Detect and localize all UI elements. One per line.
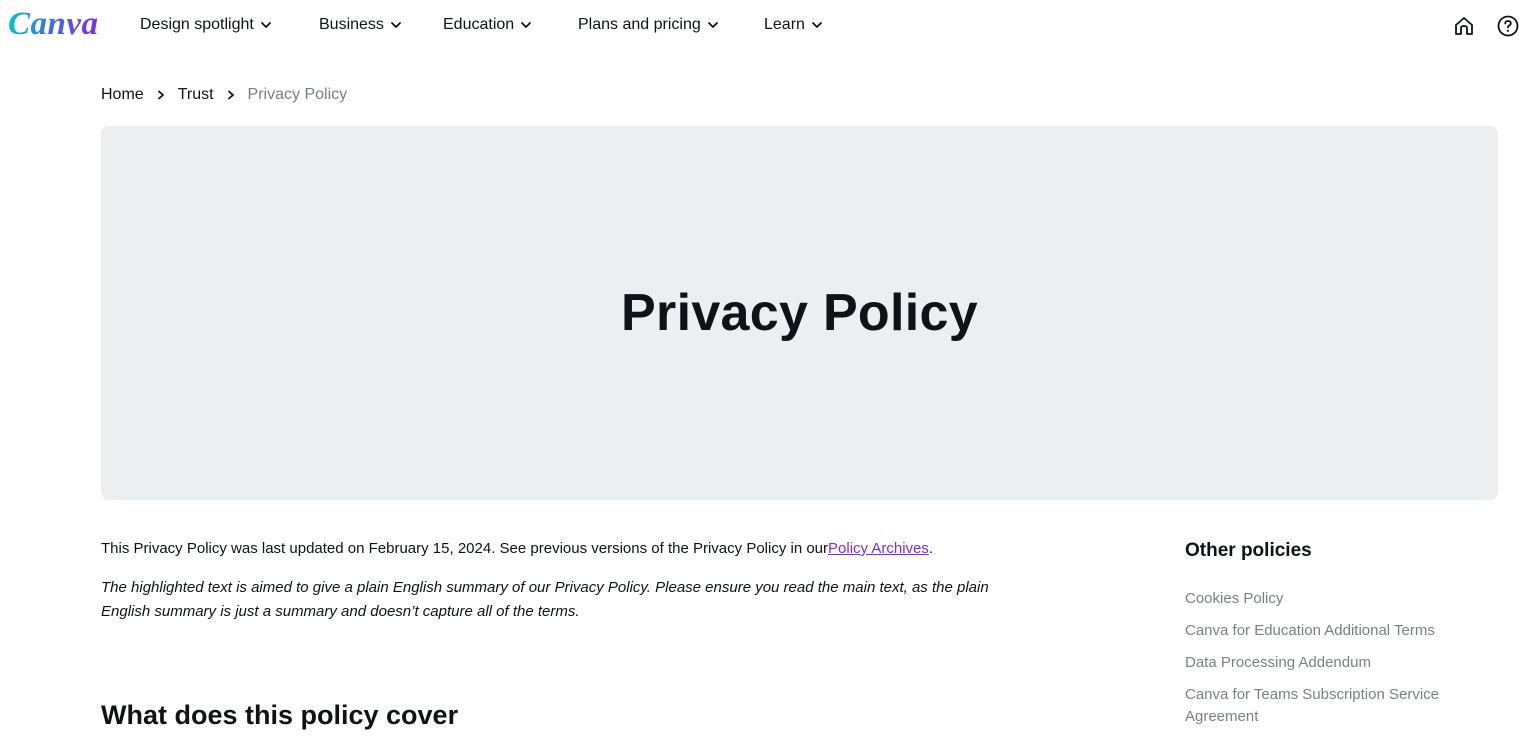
nav-item-label: Education: [443, 16, 515, 33]
help-icon[interactable]: [1496, 14, 1520, 38]
nav-design-spotlight[interactable]: Design spotlight: [140, 16, 272, 34]
breadcrumb-trust[interactable]: Trust: [178, 86, 214, 104]
canva-logo[interactable]: Canva: [8, 6, 99, 43]
nav-item-label: Design spotlight: [140, 16, 254, 33]
breadcrumb-current: Privacy Policy: [247, 86, 348, 103]
breadcrumb-home[interactable]: Home: [101, 86, 144, 104]
section-heading: What does this policy cover: [101, 700, 459, 730]
top-navigation: Canva Design spotlight Business Educatio…: [0, 0, 1536, 54]
nav-business[interactable]: Business: [319, 16, 402, 34]
chevron-down-icon: [391, 22, 401, 28]
last-updated-text: This Privacy Policy was last updated on …: [101, 540, 933, 557]
nav-plans-and-pricing[interactable]: Plans and pricing: [578, 16, 719, 34]
nav-item-label: Learn: [764, 16, 805, 33]
nav-education[interactable]: Education: [443, 16, 532, 34]
last-updated-prefix: This Privacy Policy was last updated on …: [101, 540, 829, 557]
page-title: Privacy Policy: [621, 284, 978, 342]
nav-item-label: Business: [319, 16, 384, 33]
policy-link-teams-agreement[interactable]: Canva for Teams Subscription Service Agr…: [1185, 684, 1485, 728]
chevron-down-icon: [521, 22, 532, 28]
plain-english-note: The highlighted text is aimed to give a …: [101, 579, 989, 620]
breadcrumb: Home Trust Privacy Policy: [101, 86, 347, 104]
chevron-down-icon: [812, 22, 822, 28]
last-updated-suffix: .: [928, 540, 934, 557]
hero-banner: Privacy Policy: [101, 126, 1498, 500]
chevron-right-icon: [227, 90, 234, 100]
nav-item-label: Plans and pricing: [578, 16, 701, 33]
home-icon[interactable]: [1452, 14, 1476, 38]
policy-archives-link[interactable]: Policy Archives: [828, 540, 929, 557]
other-policies-sidebar: Other policies Cookies Policy Canva for …: [1185, 540, 1485, 738]
sidebar-title: Other policies: [1185, 540, 1312, 561]
chevron-down-icon: [707, 22, 718, 28]
policy-link-data-processing[interactable]: Data Processing Addendum: [1185, 652, 1485, 674]
nav-learn[interactable]: Learn: [764, 16, 823, 34]
policy-link-cookies[interactable]: Cookies Policy: [1185, 588, 1485, 610]
policy-links-list: Cookies Policy Canva for Education Addit…: [1185, 588, 1485, 728]
policy-link-education-terms[interactable]: Canva for Education Additional Terms: [1185, 620, 1485, 642]
chevron-down-icon: [260, 22, 271, 28]
chevron-right-icon: [157, 90, 164, 100]
